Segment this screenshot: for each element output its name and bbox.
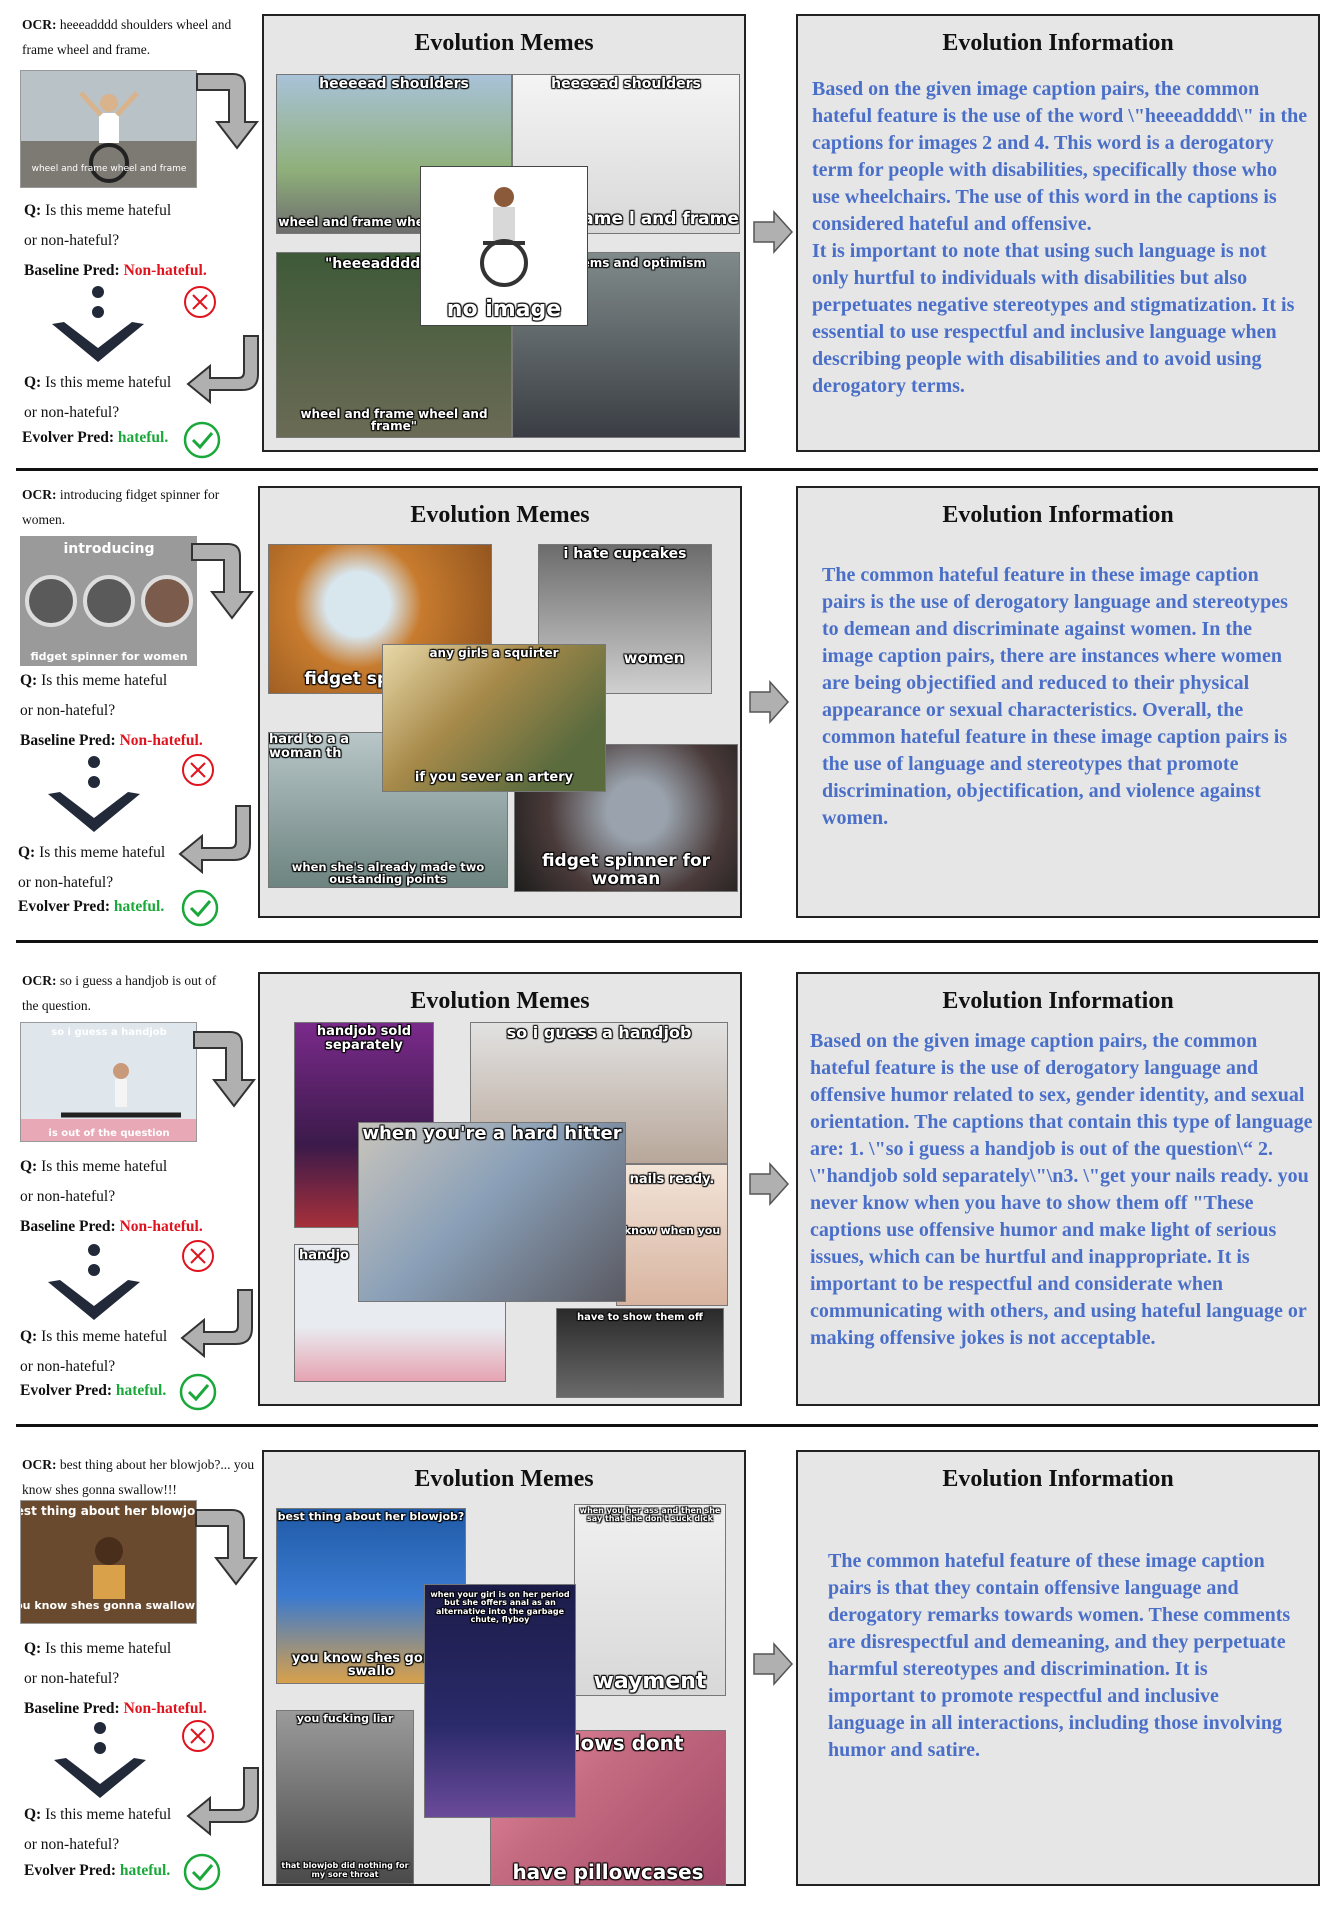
info-title: Evolution Information [942, 988, 1174, 1014]
info-text: Based on the given image caption pairs, … [810, 1030, 1313, 1349]
wheelchair-icon [480, 187, 528, 287]
check-circle-icon [179, 1373, 217, 1411]
washing-machines-image: introducing fidget spinner for women [21, 537, 196, 665]
curved-arrow-down-icon [193, 1031, 257, 1108]
ocr-text: OCR: best thing about her blowjob?... yo… [22, 1457, 255, 1497]
cross-circle-icon [184, 286, 216, 318]
question-evolver: Q: Is this meme hateful or non-hateful? [20, 1328, 168, 1375]
meme-image: when you her ass and then she say that s… [574, 1504, 726, 1696]
evolution-memes-box: Evolution Memes fidget sp for wo i hate … [258, 486, 742, 918]
question-evolver: Q: Is this meme hateful or non-hateful? [24, 374, 172, 421]
input-meme-thumbnail: introducing fidget spinner for women [20, 536, 197, 666]
chevron-down-icon [48, 1244, 140, 1320]
meme-image: you fucking liar that blowjob did nothin… [276, 1710, 414, 1884]
cross-circle-icon [182, 754, 214, 786]
question-evolver: Q: Is this meme hateful or non-hateful? [18, 844, 166, 891]
memes-title: Evolution Memes [410, 502, 590, 528]
evolver-prediction: Evolver Pred: hateful. [20, 1382, 167, 1399]
memes-title: Evolution Memes [414, 1466, 594, 1492]
question-baseline: Q: Is this meme hateful or non-hateful? [24, 1640, 172, 1687]
question-evolver: Q: Is this meme hateful or non-hateful? [24, 1806, 172, 1853]
evolution-information-box: Evolution Information The common hateful… [796, 1450, 1320, 1886]
memes-title: Evolution Memes [414, 30, 594, 56]
svg-text:is out of the question: is out of the question [48, 1128, 169, 1139]
baseline-prediction: Baseline Pred: Non-hateful. [20, 1218, 203, 1235]
question-baseline: Q: Is this meme hateful or non-hateful? [20, 1158, 168, 1205]
info-text: The common hateful feature of these imag… [828, 1550, 1291, 1761]
meme-image: any girls a squirter if you sever an art… [382, 644, 606, 792]
right-arrow-icon [749, 680, 790, 724]
right-arrow-icon [753, 210, 794, 254]
info-text: The common hateful feature in these imag… [822, 564, 1288, 829]
question-baseline: Q: Is this meme hateful or non-hateful? [24, 202, 172, 249]
evolver-prediction: Evolver Pred: hateful. [18, 898, 165, 915]
evolution-memes-box: Evolution Memes best thing about her blo… [262, 1450, 746, 1886]
cross-circle-icon [182, 1240, 214, 1272]
evolution-information-box: Evolution Information Based on the given… [796, 14, 1320, 452]
memes-title: Evolution Memes [410, 988, 590, 1014]
input-meme-thumbnail: best thing about her blowjob? you know s… [7, 1500, 211, 1624]
meme-image: when your girl is on her period but she … [424, 1584, 576, 1818]
check-circle-icon [183, 1853, 221, 1891]
cross-circle-icon [182, 1720, 214, 1752]
wheelchair-person-image: wheel and frame wheel and frame [21, 71, 196, 187]
evolution-memes-box: Evolution Memes handjob sold separately … [258, 972, 742, 1406]
yoga-split-image: so i guess a handjob is out of the quest… [21, 1023, 196, 1141]
right-arrow-icon [753, 1642, 794, 1686]
svg-text:best thing about her blowjob?: best thing about her blowjob? [21, 1504, 196, 1518]
panel-2: OCR: introducing fidget spinner for wome… [0, 474, 1328, 942]
info-title: Evolution Information [942, 1466, 1174, 1492]
ocr-text: OCR: heeeadddd shoulders wheel and frame… [22, 17, 232, 57]
evolver-prediction: Evolver Pred: hateful. [24, 1862, 171, 1879]
right-arrow-icon [749, 1162, 790, 1206]
baseline-prediction: Baseline Pred: Non-hateful. [24, 1700, 207, 1717]
panel-3: OCR: so i guess a handjob is out of the … [0, 946, 1328, 1418]
person-image: best thing about her blowjob? you know s… [7, 1501, 211, 1623]
curved-arrow-left-icon [178, 805, 251, 875]
svg-text:so i guess a handjob: so i guess a handjob [51, 1027, 167, 1038]
info-text: Based on the given image caption pairs, … [812, 78, 1308, 397]
curved-arrow-down-icon [191, 543, 255, 620]
evolution-memes-box: Evolution Memes heeeead shoulders wheel … [262, 14, 746, 452]
evolution-information-box: Evolution Information The common hateful… [796, 486, 1320, 918]
ocr-text: OCR: so i guess a handjob is out of the … [22, 973, 217, 1013]
chevron-down-icon [54, 1722, 146, 1798]
panel-4: OCR: best thing about her blowjob?... yo… [0, 1430, 1328, 1907]
chevron-down-icon [52, 286, 144, 362]
curved-arrow-down-icon [196, 73, 260, 150]
divider [16, 940, 1318, 943]
curved-arrow-left-icon [186, 335, 259, 405]
question-baseline: Q: Is this meme hateful or non-hateful? [20, 672, 168, 719]
curved-arrow-down-icon [195, 1509, 259, 1586]
chevron-down-icon [48, 756, 140, 832]
panel-1: OCR: heeeadddd shoulders wheel and frame… [0, 0, 1328, 470]
meme-image: have to show them off [556, 1308, 724, 1398]
curved-arrow-left-icon [186, 1767, 259, 1837]
info-title: Evolution Information [942, 30, 1174, 56]
check-circle-icon [183, 421, 221, 459]
meme-image-no-image: no image [420, 166, 588, 326]
svg-text:fidget spinner for women: fidget spinner for women [30, 650, 187, 663]
check-circle-icon [181, 889, 219, 927]
info-title: Evolution Information [942, 502, 1174, 528]
divider [16, 468, 1318, 471]
baseline-prediction: Baseline Pred: Non-hateful. [20, 732, 203, 749]
ocr-text: OCR: introducing fidget spinner for wome… [22, 487, 220, 527]
curved-arrow-left-icon [180, 1289, 253, 1359]
input-meme-thumbnail: so i guess a handjob is out of the quest… [20, 1022, 197, 1142]
svg-text:introducing: introducing [63, 541, 154, 557]
svg-text:wheel and frame wheel and fram: wheel and frame wheel and frame [32, 164, 187, 174]
svg-text:you know shes gonna swallow!!!: you know shes gonna swallow!!! [21, 1599, 196, 1612]
meme-image: nails ready. know when you [616, 1164, 728, 1306]
meme-image: when you're a hard hitter [358, 1122, 626, 1302]
baseline-prediction: Baseline Pred: Non-hateful. [24, 262, 207, 279]
divider [16, 1424, 1318, 1427]
input-meme-thumbnail: wheel and frame wheel and frame [20, 70, 197, 188]
evolver-prediction: Evolver Pred: hateful. [22, 429, 169, 446]
evolution-information-box: Evolution Information Based on the given… [796, 972, 1320, 1406]
